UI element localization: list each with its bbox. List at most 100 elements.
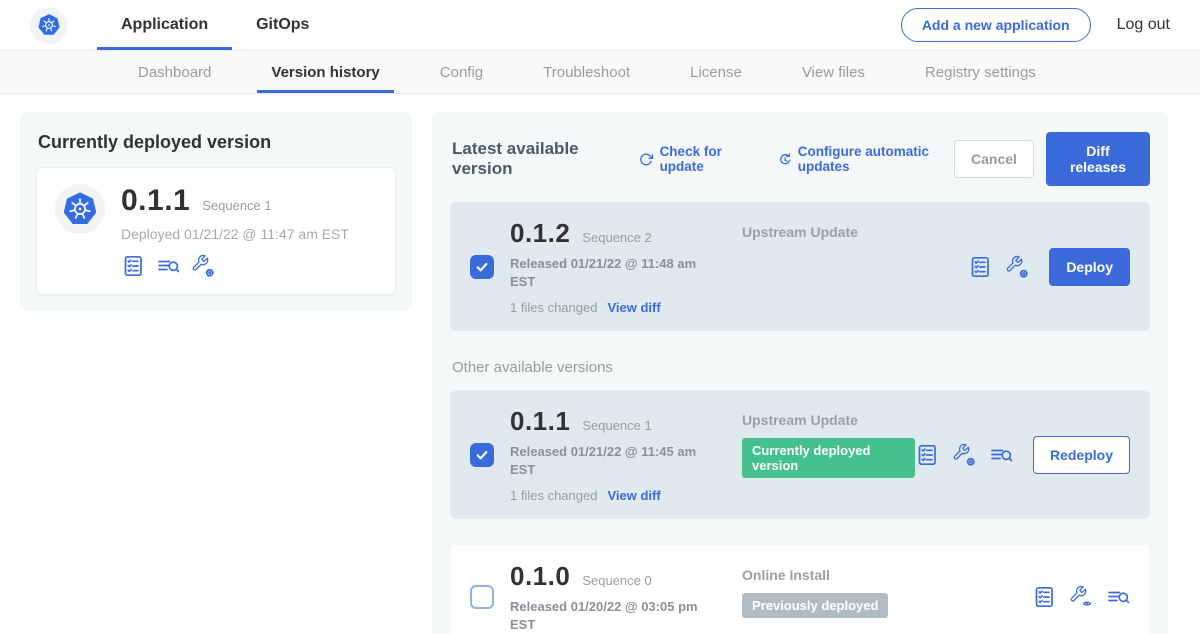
- view-config-icon[interactable]: [1069, 585, 1093, 609]
- version-source: Upstream Update Currently deployed versi…: [742, 406, 915, 478]
- latest-version-panel: Latest available version Check for updat…: [432, 112, 1168, 634]
- add-new-application-button[interactable]: Add a new application: [901, 8, 1091, 42]
- subnav-tab-view-files[interactable]: View files: [802, 51, 865, 93]
- check-for-update-label: Check for update: [660, 144, 752, 174]
- current-version-deployed-date: Deployed 01/21/22 @ 11:47 am EST: [121, 226, 349, 242]
- current-version-title: Currently deployed version: [38, 132, 396, 153]
- subnav-tab-config-label: Config: [440, 64, 483, 81]
- version-sequence: Sequence 2: [582, 230, 651, 245]
- edit-config-icon[interactable]: [191, 254, 215, 278]
- tab-application-label: Application: [121, 16, 208, 34]
- tab-application[interactable]: Application: [97, 0, 232, 50]
- refresh-icon: [639, 151, 653, 168]
- released-tz: EST: [510, 461, 710, 479]
- subnav-tab-view-files-label: View files: [802, 64, 865, 81]
- previously-deployed-badge: Previously deployed: [742, 593, 888, 618]
- cancel-button[interactable]: Cancel: [954, 140, 1034, 178]
- files-changed-label: 1 files changed: [510, 300, 597, 315]
- configure-automatic-updates-link[interactable]: Configure automatic updates: [778, 144, 954, 174]
- other-versions-label: Other available versions: [452, 359, 1150, 376]
- currently-deployed-badge: Currently deployed version: [742, 438, 915, 478]
- deploy-logs-icon[interactable]: [989, 443, 1013, 467]
- configure-automatic-updates-label: Configure automatic updates: [798, 144, 954, 174]
- release-notes-icon[interactable]: [1032, 585, 1056, 609]
- version-source: Upstream Update: [742, 218, 968, 240]
- deploy-logs-icon[interactable]: [156, 254, 180, 278]
- version-sequence: Sequence 1: [582, 418, 651, 433]
- version-actions: Deploy: [968, 248, 1130, 286]
- view-diff-link[interactable]: View diff: [607, 300, 660, 315]
- release-notes-icon[interactable]: [121, 254, 145, 278]
- version-source: Online Install Previously deployed: [742, 561, 1032, 618]
- subnav-tab-dashboard-label: Dashboard: [138, 64, 211, 81]
- version-actions: [1032, 585, 1130, 609]
- deploy-button[interactable]: Deploy: [1049, 248, 1130, 286]
- kubernetes-icon: [60, 189, 100, 229]
- diff-releases-button[interactable]: Diff releases: [1046, 132, 1150, 186]
- edit-config-icon[interactable]: [952, 443, 976, 467]
- version-source-label: Online Install: [742, 567, 1032, 583]
- version-row-0-1-0: 0.1.0 Sequence 0 Released 01/20/22 @ 03:…: [450, 545, 1150, 634]
- version-sequence: Sequence 0: [582, 573, 651, 588]
- version-released-date: Released 01/21/22 @ 11:45 am EST: [510, 443, 710, 478]
- version-info: 0.1.0 Sequence 0 Released 01/20/22 @ 03:…: [510, 561, 742, 633]
- released-line: Released 01/21/22 @ 11:48 am: [510, 255, 710, 273]
- version-source-label: Upstream Update: [742, 224, 968, 240]
- version-actions: Redeploy: [915, 436, 1130, 474]
- tab-gitops-label: GitOps: [256, 16, 309, 34]
- version-0-1-0-checkbox[interactable]: [470, 585, 494, 609]
- main-tabs: Application GitOps: [97, 0, 333, 50]
- kubernetes-icon: [36, 12, 62, 38]
- app-subnav: Dashboard Version history Config Trouble…: [0, 50, 1200, 94]
- redeploy-button[interactable]: Redeploy: [1033, 436, 1130, 474]
- version-info: 0.1.1 Sequence 1 Released 01/21/22 @ 11:…: [510, 406, 742, 503]
- version-0-1-1-checkbox[interactable]: [470, 443, 494, 467]
- subnav-tab-version-history-label: Version history: [271, 64, 379, 81]
- subnav-tab-dashboard[interactable]: Dashboard: [138, 51, 211, 93]
- tab-gitops[interactable]: GitOps: [232, 0, 333, 50]
- checkmark-icon: [474, 259, 490, 275]
- clock-refresh-icon: [778, 151, 792, 168]
- subnav-tab-registry-settings[interactable]: Registry settings: [925, 51, 1036, 93]
- current-version-sequence: Sequence 1: [202, 198, 271, 213]
- main-content: Currently deployed version 0.1.1 Sequenc…: [0, 94, 1200, 634]
- version-number: 0.1.0: [510, 561, 570, 592]
- app-logo: [55, 184, 105, 234]
- version-0-1-2-checkbox[interactable]: [470, 255, 494, 279]
- current-version-number: 0.1.1: [121, 184, 190, 218]
- subnav-tab-version-history[interactable]: Version history: [271, 51, 379, 93]
- deploy-logs-icon[interactable]: [1106, 585, 1130, 609]
- release-notes-icon[interactable]: [968, 255, 992, 279]
- subnav-tab-troubleshoot[interactable]: Troubleshoot: [543, 51, 630, 93]
- subnav-tab-troubleshoot-label: Troubleshoot: [543, 64, 630, 81]
- subnav-tab-license[interactable]: License: [690, 51, 742, 93]
- released-line: Released 01/20/22 @ 03:05 pm: [510, 598, 710, 616]
- latest-version-header: Latest available version Check for updat…: [452, 132, 1150, 186]
- logout-link[interactable]: Log out: [1117, 16, 1170, 34]
- subnav-tab-registry-settings-label: Registry settings: [925, 64, 1036, 81]
- files-changed-label: 1 files changed: [510, 488, 597, 503]
- edit-config-icon[interactable]: [1005, 255, 1029, 279]
- version-source-label: Upstream Update: [742, 412, 915, 428]
- view-diff-link[interactable]: View diff: [607, 488, 660, 503]
- check-for-update-link[interactable]: Check for update: [639, 144, 751, 174]
- latest-version-title: Latest available version: [452, 139, 613, 179]
- released-tz: EST: [510, 273, 710, 291]
- version-number: 0.1.2: [510, 218, 570, 249]
- version-released-date: Released 01/21/22 @ 11:48 am EST: [510, 255, 710, 290]
- version-row-0-1-2: 0.1.2 Sequence 2 Released 01/21/22 @ 11:…: [450, 202, 1150, 331]
- top-nav: Application GitOps Add a new application…: [0, 0, 1200, 50]
- subnav-tab-license-label: License: [690, 64, 742, 81]
- version-number: 0.1.1: [510, 406, 570, 437]
- current-version-info: 0.1.1 Sequence 1 Deployed 01/21/22 @ 11:…: [121, 184, 349, 278]
- released-tz: EST: [510, 616, 710, 634]
- checkmark-icon: [474, 447, 490, 463]
- version-info: 0.1.2 Sequence 2 Released 01/21/22 @ 11:…: [510, 218, 742, 315]
- header-right: Add a new application Log out: [901, 8, 1170, 42]
- current-version-icons: [121, 254, 349, 278]
- subnav-tab-config[interactable]: Config: [440, 51, 483, 93]
- current-version-panel: Currently deployed version 0.1.1 Sequenc…: [20, 112, 412, 311]
- release-notes-icon[interactable]: [915, 443, 939, 467]
- current-version-card: 0.1.1 Sequence 1 Deployed 01/21/22 @ 11:…: [36, 167, 396, 295]
- version-released-date: Released 01/20/22 @ 03:05 pm EST: [510, 598, 710, 633]
